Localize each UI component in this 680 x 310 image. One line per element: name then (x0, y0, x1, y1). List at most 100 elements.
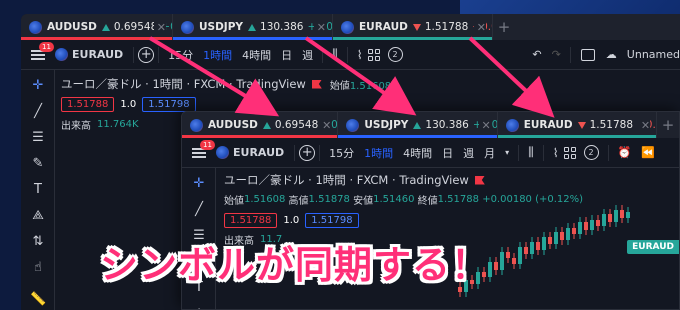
prediction-icon[interactable]: ⇅ (30, 234, 46, 250)
interval-day[interactable]: 日 (281, 47, 292, 63)
sell-button[interactable]: 1.51788 (224, 213, 278, 228)
layout-name[interactable]: Unnamed (627, 48, 680, 61)
cloud-icon[interactable]: ☁ (606, 48, 617, 61)
candle (506, 252, 510, 258)
layout-count-icon[interactable]: 2 (387, 47, 403, 62)
tab-euraud[interactable]: EURAUD 1.51788 −0.04% ✕ (333, 14, 493, 40)
interval-week[interactable]: 週 (463, 145, 474, 161)
sell-button[interactable]: 1.51788 (61, 97, 115, 112)
tab-audusd[interactable]: AUDUSD 0.69548 +0.08% ✕ (182, 112, 339, 138)
candle (530, 242, 534, 254)
candles-icon[interactable]: ⫼ (332, 47, 338, 62)
templates-icon[interactable] (563, 146, 576, 159)
replay-icon[interactable]: ⏪ (641, 146, 655, 159)
chevron-down-icon[interactable]: ▾ (505, 148, 509, 157)
divider (294, 144, 296, 161)
close-icon[interactable]: ✕ (473, 20, 486, 34)
redo-icon[interactable]: ↷ (552, 48, 561, 61)
trendline-icon[interactable]: ╱ (30, 104, 46, 120)
symbol-search-button[interactable]: EURAUD (216, 146, 284, 159)
interval-month[interactable]: 月 (484, 145, 495, 161)
interval-day[interactable]: 日 (442, 145, 453, 161)
tab-euraud[interactable]: EURAUD 1.51788 −0.04% ✕ (497, 112, 658, 138)
trendline-icon[interactable]: ╱ (191, 202, 207, 218)
top-toolbar: 11 EURAUD + 15分 1時間 4時間 日 週 ⫼ ⌇ 2 ↶ ↷ ☁ … (21, 40, 680, 70)
add-tab-icon[interactable]: + (493, 14, 515, 40)
candle (584, 222, 588, 230)
divider (346, 46, 348, 63)
tab-symbol: USDJPY (364, 119, 409, 131)
candle (542, 237, 546, 250)
tab-symbol: AUDUSD (208, 119, 258, 131)
buy-button[interactable]: 1.51798 (305, 213, 359, 228)
ruler-icon[interactable]: 📏 (30, 292, 46, 308)
interval-1h[interactable]: 1時間 (364, 145, 393, 161)
close-icon[interactable]: ✕ (637, 118, 651, 132)
candle (500, 252, 504, 270)
candle (524, 247, 528, 254)
hand-icon[interactable]: ☝ (30, 260, 46, 276)
interval-1h[interactable]: 1時間 (203, 47, 232, 63)
alert-icon[interactable]: ⏰ (618, 146, 632, 159)
pattern-icon[interactable]: ⟁ (191, 306, 207, 309)
close-icon[interactable]: ✕ (478, 118, 491, 132)
euraud-flag-icon (341, 20, 354, 34)
chart-title: ユーロ／豪ドル · 1時間 · FXCM · TradingView (61, 77, 306, 91)
indicators-icon[interactable]: ⌇ (553, 146, 559, 160)
divider (518, 144, 520, 161)
audusd-flag-icon (190, 118, 203, 132)
usdjpy-flag-icon (346, 118, 360, 132)
interval-15m[interactable]: 15分 (168, 47, 193, 63)
compare-plus-icon[interactable]: + (138, 46, 155, 63)
open-label: 始値 (224, 196, 244, 207)
interval-4h[interactable]: 4時間 (242, 47, 271, 63)
brush-icon[interactable]: ✎ (30, 156, 46, 172)
undo-icon[interactable]: ↶ (532, 48, 541, 61)
interval-week[interactable]: 週 (302, 47, 313, 63)
euraud-flag-icon (505, 118, 519, 132)
interval-4h[interactable]: 4時間 (403, 145, 432, 161)
close-icon[interactable]: ✕ (313, 20, 326, 34)
symbol-search-button[interactable]: EURAUD (55, 48, 123, 61)
crosshair-icon[interactable]: ✛ (191, 176, 207, 192)
divider (133, 46, 135, 63)
layout-icon[interactable] (580, 48, 595, 61)
compare-plus-icon[interactable]: + (299, 144, 316, 161)
flag-icon[interactable] (311, 79, 322, 89)
close-icon[interactable]: ✕ (319, 118, 332, 132)
divider (322, 46, 324, 63)
templates-icon[interactable] (367, 48, 380, 61)
flag-icon[interactable] (474, 175, 485, 185)
interval-15m[interactable]: 15分 (329, 145, 354, 161)
tab-bar: AUDUSD 0.69548 +0.08% ✕ USDJPY 130.386 +… (21, 14, 680, 40)
up-triangle-icon (262, 121, 271, 129)
high-label: 高値 (288, 196, 309, 207)
tab-usdjpy[interactable]: USDJPY 130.386 +0.09% ✕ (338, 112, 498, 138)
fib-icon[interactable]: ☰ (30, 130, 46, 146)
open-value: 1.51608 (244, 194, 286, 205)
candle (554, 232, 558, 244)
pattern-icon[interactable]: ⟁ (30, 208, 46, 224)
tab-symbol: EURAUD (359, 21, 408, 33)
tab-price: 130.386 (425, 119, 469, 131)
buy-button[interactable]: 1.51798 (142, 97, 196, 112)
candle (590, 220, 594, 230)
candle (494, 262, 498, 270)
crosshair-icon[interactable]: ✛ (30, 78, 46, 94)
close-icon[interactable]: ✕ (153, 20, 166, 34)
layout-count-icon[interactable]: 2 (583, 145, 599, 160)
add-tab-icon[interactable]: + (657, 112, 679, 138)
chart-title: ユーロ／豪ドル · 1時間 · FXCM · TradingView (224, 173, 469, 187)
indicators-icon[interactable]: ⌇ (357, 48, 363, 62)
candles-icon[interactable]: ⫼ (528, 145, 534, 160)
candle (548, 237, 552, 244)
tab-symbol: USDJPY (199, 21, 244, 33)
quantity-field[interactable]: 1.0 (283, 215, 299, 226)
candle (620, 210, 624, 218)
tab-price: 1.51788 (424, 21, 469, 33)
tab-price: 1.51788 (589, 119, 633, 131)
tab-usdjpy[interactable]: USDJPY 130.386 +0.09% ✕ (173, 14, 333, 40)
quantity-field[interactable]: 1.0 (120, 99, 136, 110)
text-icon[interactable]: T (30, 182, 46, 198)
tab-audusd[interactable]: AUDUSD 0.69548 +0.08% ✕ (21, 14, 173, 40)
